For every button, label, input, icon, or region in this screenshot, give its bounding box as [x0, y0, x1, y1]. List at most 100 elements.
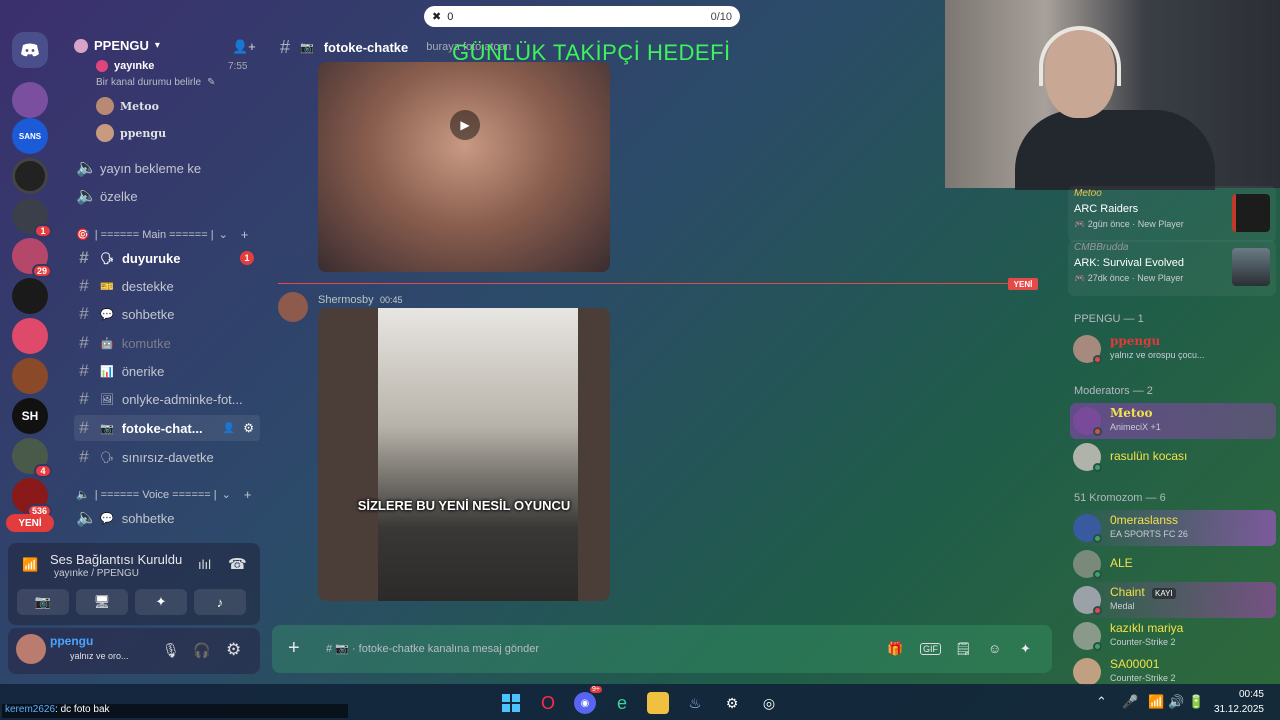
settings-gear-icon[interactable]: ⚙: [226, 640, 241, 660]
text-channel[interactable]: # 🗣 sınırsız-davetke: [74, 444, 260, 470]
gift-icon[interactable]: 🎁: [887, 641, 903, 657]
text-channel[interactable]: # 🗣 duyuruke 1: [74, 245, 260, 271]
sticker-icon[interactable]: 🗒: [955, 641, 972, 657]
steam-icon[interactable]: ♨: [684, 692, 706, 714]
invite-people-icon[interactable]: 👤+: [232, 39, 256, 55]
soundboard-wave-icon[interactable]: ılıl: [198, 557, 211, 572]
server-icon-sans-wed[interactable]: SANS: [12, 118, 48, 154]
server-icon[interactable]: 536: [12, 478, 52, 518]
voice-location[interactable]: yayınke / PPENGU: [54, 568, 139, 579]
opera-icon[interactable]: O: [537, 692, 559, 714]
signal-icon: 📶: [22, 557, 39, 572]
new-unread-pill[interactable]: YENİ: [6, 514, 54, 532]
member-row[interactable]: ALE: [1070, 546, 1276, 582]
activity-card[interactable]: Metoo ARC Raiders 🎮 2gün önce · New Play…: [1068, 186, 1276, 242]
headphones-icon[interactable]: 🎧: [193, 642, 210, 659]
voice-channel[interactable]: 🔈 özelke: [74, 183, 260, 209]
obs-icon[interactable]: ◎: [758, 692, 780, 714]
goal-current: 0: [447, 10, 454, 23]
member-row[interactable]: Chaint KAYI Medal: [1070, 582, 1276, 618]
hash-icon: # 📷 ·: [326, 643, 359, 655]
category-main[interactable]: 🎯 | ====== Main ====== | ⌄ +: [76, 227, 248, 242]
channel-name: sohbetke: [121, 510, 175, 526]
text-channel[interactable]: # 💬 sohbetke: [74, 301, 260, 327]
member-row[interactable]: SA00001 Counter-Strike 2: [1070, 654, 1276, 686]
member-row[interactable]: Metoo AnimeciX +1: [1070, 403, 1276, 439]
wifi-icon[interactable]: 📶: [1148, 694, 1164, 710]
server-icon[interactable]: 1: [12, 198, 52, 238]
activity-card[interactable]: CMBBrudda ARK: Survival Evolved 🎮 27dk ö…: [1068, 240, 1276, 296]
message-avatar[interactable]: [278, 292, 308, 322]
category-voice[interactable]: 🔈 | ====== Voice ====== | ⌄ +: [76, 487, 251, 502]
message-timestamp: 00:45: [380, 295, 403, 305]
apps-icon[interactable]: ✦: [1020, 641, 1031, 657]
voice-status[interactable]: Ses Bağlantısı Kuruldu: [50, 552, 182, 567]
voice-member[interactable]: ppengu: [96, 124, 166, 142]
voice-channel[interactable]: 🔈 💬 sohbetke: [74, 505, 260, 531]
edge-icon[interactable]: e: [611, 692, 633, 714]
user-avatar[interactable]: [16, 634, 46, 664]
discord-logo-icon: [21, 43, 39, 56]
text-channel[interactable]: # 🖼 onlyke-adminke-fot...: [74, 386, 260, 412]
message-author[interactable]: Shermosby: [318, 294, 374, 306]
server-icon[interactable]: [12, 158, 48, 194]
volume-icon[interactable]: 🔊: [1168, 694, 1184, 710]
voice-member[interactable]: Metoo: [96, 97, 159, 115]
member-row[interactable]: kazıklı mariya Counter-Strike 2: [1070, 618, 1276, 654]
system-clock[interactable]: 00:45 31.12.2025: [1214, 687, 1264, 717]
add-member-icon[interactable]: 👤: [223, 423, 235, 434]
member-row[interactable]: 0meraslanss EA SPORTS FC 26: [1070, 510, 1276, 546]
server-icon[interactable]: [12, 278, 48, 314]
text-channel-selected[interactable]: # 📷 fotoke-chat... 👤 ⚙: [74, 415, 260, 441]
activity-game: ARK: Survival Evolved: [1074, 257, 1185, 269]
microphone-icon[interactable]: 🎙: [162, 642, 180, 659]
settings-icon[interactable]: ⚙: [721, 692, 743, 714]
server-icon[interactable]: 29: [12, 238, 52, 278]
server-icon[interactable]: [12, 358, 48, 394]
member-row[interactable]: rasulün kocası: [1070, 439, 1276, 475]
voice-channel[interactable]: 🔈 yayın bekleme ke: [74, 155, 260, 181]
member-row[interactable]: ppengu yalnız ve orospu çocu...: [1070, 331, 1276, 367]
voice-user-name: yayınke: [114, 60, 155, 72]
emoji-icon[interactable]: ☺: [988, 641, 1001, 656]
add-attachment-icon[interactable]: +: [288, 637, 300, 660]
battery-icon[interactable]: 🔋: [1188, 694, 1204, 710]
discord-home-button[interactable]: [12, 32, 48, 68]
server-icon-sh[interactable]: SH: [12, 398, 48, 434]
chevron-up-icon[interactable]: ⌃: [1096, 694, 1107, 710]
server-icon[interactable]: [12, 318, 48, 354]
camera-off-button[interactable]: 📷: [17, 589, 69, 615]
headphones-shape: [1039, 26, 1121, 86]
activities-button[interactable]: ✦: [135, 589, 187, 615]
text-channel[interactable]: # 🤖 komutke: [74, 330, 260, 356]
video-attachment[interactable]: SİZLERE BU YENİ NESİL OYUNCU: [318, 308, 610, 601]
message-composer[interactable]: + # 📷 · fotoke-chatke kanalına mesaj gön…: [272, 625, 1052, 673]
voice-user-yayinke[interactable]: yayınke 7:55: [96, 60, 247, 72]
windows-start-icon[interactable]: [500, 692, 522, 714]
video-attachment[interactable]: ▶: [318, 62, 610, 272]
discord-taskbar-icon[interactable]: ◉ 9+: [574, 686, 602, 714]
screen-share-button[interactable]: 🖥: [76, 589, 128, 615]
text-channel[interactable]: # 🎫 destekke: [74, 273, 260, 299]
microphone-tray-icon[interactable]: 🎤: [1122, 694, 1138, 710]
gear-icon[interactable]: ⚙: [243, 421, 254, 435]
channel-name: fotoke-chat...: [121, 420, 203, 436]
add-channel-icon[interactable]: +: [244, 487, 252, 502]
group-header: Moderators — 2: [1074, 385, 1153, 397]
soundboard-button[interactable]: ♪: [194, 589, 246, 615]
file-explorer-icon[interactable]: [647, 692, 669, 714]
server-icon[interactable]: 4: [12, 438, 52, 478]
activity-game: ARC Raiders: [1074, 203, 1139, 215]
play-icon[interactable]: ▶: [450, 110, 480, 140]
add-channel-icon[interactable]: +: [241, 227, 249, 242]
channel-status-prompt[interactable]: Bir kanal durumu belirle ✎: [96, 77, 215, 88]
disconnect-icon[interactable]: ☎: [228, 555, 247, 573]
avatar: [1073, 658, 1101, 686]
category-label: | ====== Voice ====== |: [94, 488, 217, 501]
user-name[interactable]: ppengu: [50, 634, 93, 648]
gif-icon[interactable]: GIF: [920, 643, 941, 655]
server-icon[interactable]: [12, 82, 48, 118]
text-channel[interactable]: # 📊 önerike: [74, 358, 260, 384]
channel-emoji-icon: 🎫: [100, 280, 114, 293]
server-header[interactable]: PPENGU ▾: [74, 38, 160, 53]
